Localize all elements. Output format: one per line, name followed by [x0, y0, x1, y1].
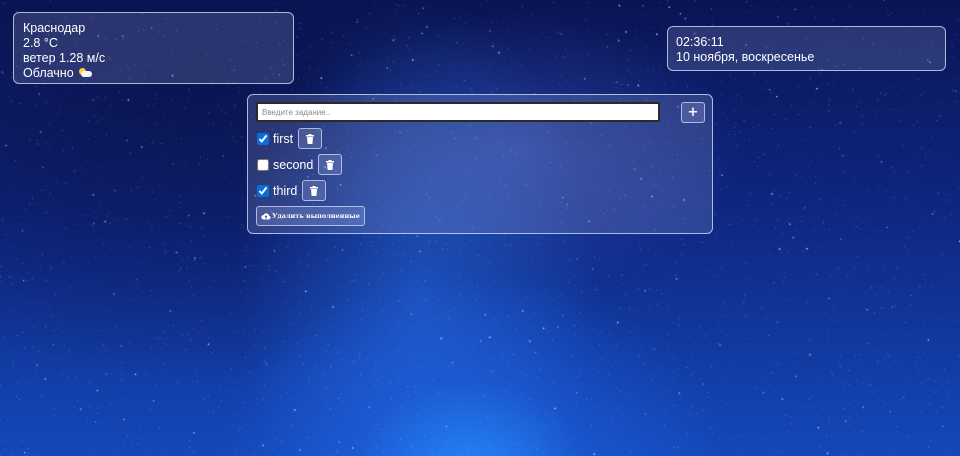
delete-task-button[interactable]: [302, 180, 327, 201]
task-list: first second third: [256, 128, 343, 206]
task-checkbox[interactable]: [257, 132, 269, 145]
weather-widget: Краснодар 2.8 °C ветер 1.28 м/с Облачно: [13, 12, 294, 84]
task-item: second: [256, 154, 343, 175]
task-checkbox[interactable]: [257, 184, 269, 197]
todo-panel: + first second third Удалить выполненные: [247, 94, 713, 234]
clock-date: 10 ноября, воскресенье: [676, 50, 815, 64]
task-item: first: [256, 128, 342, 149]
delete-task-button[interactable]: [298, 128, 323, 149]
task-input[interactable]: [256, 102, 660, 122]
weather-temperature: 2.8 °C: [23, 36, 58, 50]
weather-condition: Облачно: [23, 66, 74, 80]
weather-condition-row: Облачно: [23, 66, 284, 81]
clock-time: 02:36:11: [676, 35, 724, 49]
delete-task-button[interactable]: [318, 154, 343, 175]
task-label: second: [273, 157, 314, 172]
weather-city: Краснодар: [23, 21, 86, 35]
clear-completed-button[interactable]: Удалить выполненные: [256, 206, 365, 226]
add-task-button[interactable]: +: [681, 102, 705, 123]
trash-icon: [310, 185, 319, 196]
task-label: first: [273, 131, 294, 146]
trash-icon: [306, 133, 315, 144]
task-item: third: [256, 180, 342, 201]
task-checkbox[interactable]: [257, 158, 269, 171]
sun-behind-cloud-icon: [78, 68, 92, 78]
weather-wind: ветер 1.28 м/с: [23, 51, 106, 65]
clear-completed-label: Удалить выполненные: [272, 212, 360, 220]
cloud-upload-icon: [261, 213, 271, 220]
clock-widget: 02:36:11 10 ноября, воскресенье: [667, 26, 946, 71]
trash-icon: [326, 159, 335, 170]
task-label: third: [273, 183, 298, 198]
